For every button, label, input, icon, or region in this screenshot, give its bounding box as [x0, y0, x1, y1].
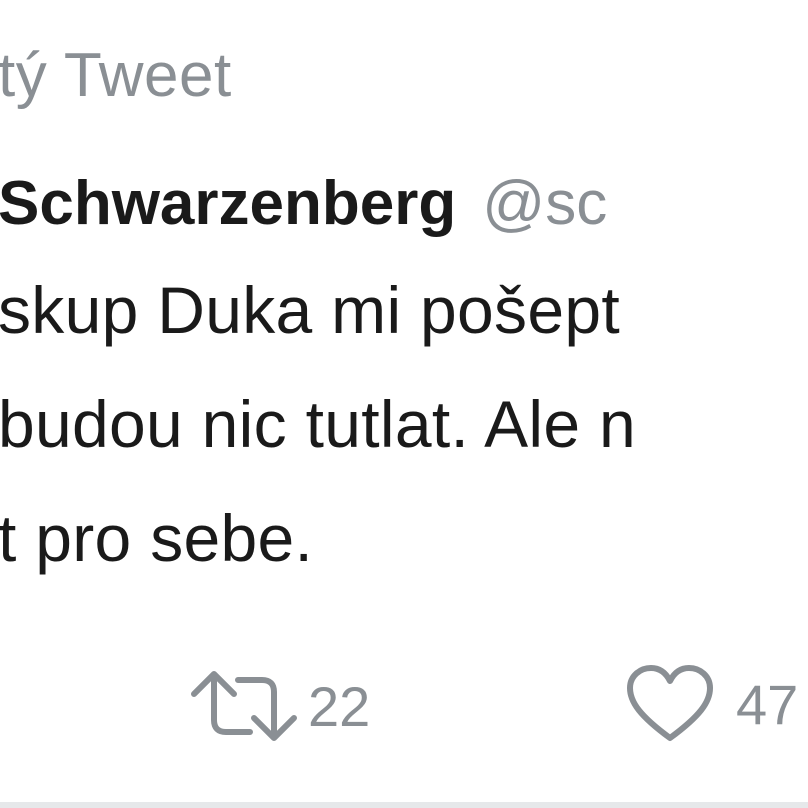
- tweet-text-line: skup Duka mi pošept: [0, 273, 621, 347]
- like-count: 47: [736, 672, 799, 736]
- author-handle[interactable]: @sc: [482, 169, 607, 238]
- author-name[interactable]: Schwarzenberg: [0, 169, 456, 238]
- retweet-count: 22: [308, 674, 371, 738]
- like-button[interactable]: 47: [626, 664, 798, 744]
- divider: [0, 802, 808, 808]
- heart-icon: [626, 664, 714, 744]
- retweet-context-label: tý Tweet: [0, 41, 232, 110]
- retweet-icon: [190, 666, 298, 746]
- retweet-button[interactable]: 22: [190, 666, 370, 746]
- tweet-card[interactable]: tý Tweet Schwarzenberg @sc skup Duka mi p…: [0, 0, 808, 808]
- author-row: Schwarzenberg @sc: [0, 168, 607, 239]
- tweet-text-line: t pro sebe.: [0, 501, 314, 575]
- tweet-text-line: budou nic tutlat. Ale n: [0, 387, 637, 461]
